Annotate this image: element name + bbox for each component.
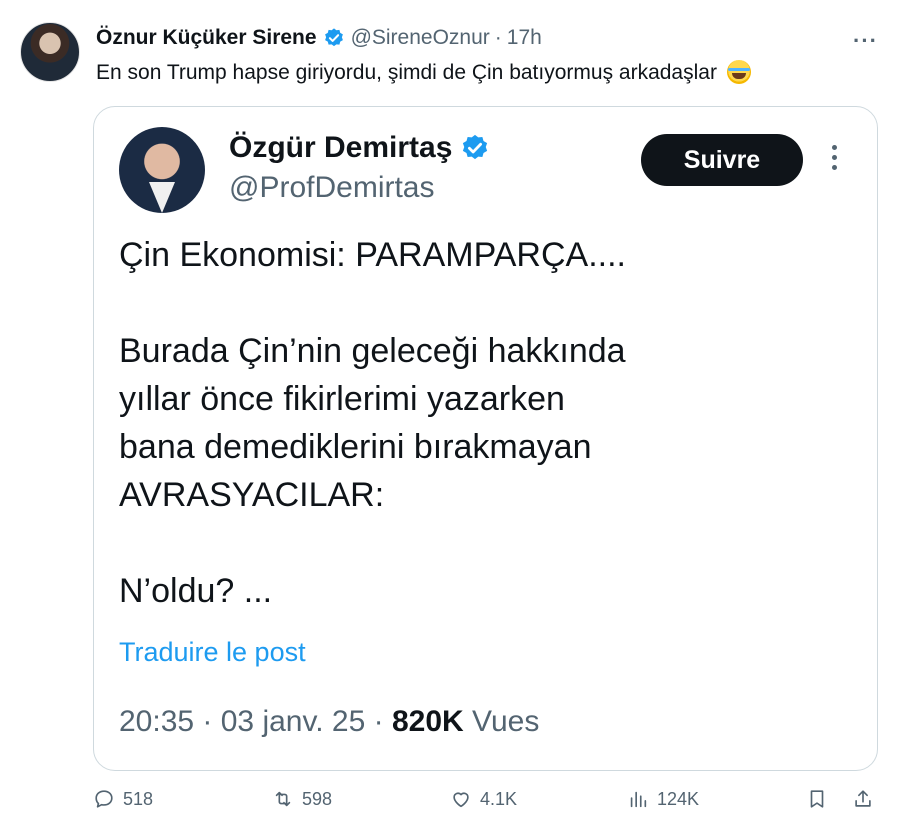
quoted-author-handle[interactable]: @ProfDemirtas (229, 171, 435, 205)
quoted-line: bana demediklerini bırakmayan (119, 428, 592, 466)
bookmark-icon (810, 790, 824, 808)
like-count: 4.1K (480, 788, 518, 809)
quoted-time[interactable]: 20:35 (119, 705, 194, 738)
quoted-tweet-card[interactable]: Özgür Demirtaş @ProfDemirtas Suivre Çin … (93, 106, 878, 771)
views-action-count: 124K (657, 788, 700, 809)
quoted-author-avatar[interactable] (119, 127, 205, 213)
heart-icon (453, 792, 469, 808)
quoted-line: AVRASYACILAR: (119, 476, 385, 514)
quoted-line: Burada Çin’nin geleceği hakkında (119, 332, 626, 370)
verified-badge-icon (463, 134, 488, 160)
quoted-line: yıllar önce fikirlerimi yazarken (119, 380, 565, 418)
vertical-more-options-icon[interactable] (829, 145, 839, 170)
quoted-line: N’oldu? ... (119, 572, 273, 610)
tweet-text-content: En son Trump hapse giriyordu, şimdi de Ç… (96, 61, 717, 84)
quoted-author-name[interactable]: Özgür Demirtaş (229, 131, 452, 165)
author-avatar[interactable] (20, 22, 80, 82)
bar-chart-icon (630, 791, 647, 808)
quoted-date[interactable]: 03 janv. 25 (221, 705, 366, 738)
repost-button[interactable]: 598 (272, 788, 332, 810)
meta-separator: · (365, 705, 392, 738)
translate-post-link[interactable]: Traduire le post (119, 637, 306, 668)
tweet-time[interactable]: 17h (507, 26, 542, 50)
repost-icon (275, 791, 291, 807)
quoted-tweet-meta: 20:35 · 03 janv. 25 · 820K Vues (119, 705, 539, 739)
tears-of-joy-emoji-icon (726, 60, 751, 84)
like-button[interactable]: 4.1K (450, 788, 517, 810)
views-count: 820K (391, 705, 464, 738)
views-button[interactable]: 124K (627, 788, 699, 810)
meta-separator: · (194, 705, 221, 738)
action-bar: 518 598 4.1K 124K (0, 788, 902, 822)
reply-button[interactable]: 518 (93, 788, 153, 810)
separator-dot: · (494, 26, 502, 49)
quoted-author-row: Özgür Demirtaş (229, 131, 490, 165)
bookmark-button[interactable] (806, 788, 828, 810)
quoted-tweet-text: Çin Ekonomisi: PARAMPARÇA.... Burada Çin… (119, 231, 839, 615)
quoted-line: Çin Ekonomisi: PARAMPARÇA.... (119, 236, 626, 274)
author-handle[interactable]: @SireneOznur (351, 26, 490, 50)
views-label: Vues (472, 705, 540, 738)
reply-icon (95, 790, 113, 808)
more-options-icon[interactable]: ··· (853, 28, 878, 54)
share-icon (855, 790, 871, 807)
author-name[interactable]: Öznur Küçüker Sirene (96, 26, 317, 50)
repost-count: 598 (302, 788, 333, 809)
verified-badge-icon (324, 28, 343, 47)
tweet-text: En son Trump hapse giriyordu, şimdi de Ç… (96, 60, 751, 85)
share-button[interactable] (852, 788, 874, 810)
reply-count: 518 (123, 788, 154, 809)
tweet-header: Öznur Küçüker Sirene @SireneOznur · 17h (96, 26, 542, 50)
follow-button[interactable]: Suivre (641, 134, 803, 186)
